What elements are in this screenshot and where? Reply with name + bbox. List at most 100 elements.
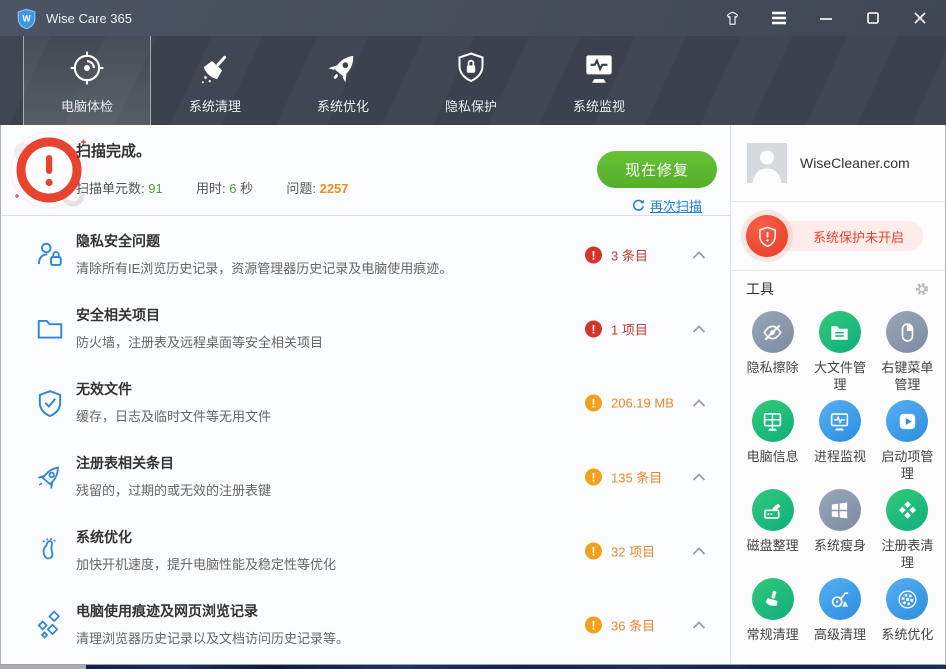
- issue-count: 36 条目: [611, 616, 655, 635]
- tab-pc-checkup[interactable]: 电脑体检: [23, 36, 151, 125]
- issue-row-invalid-files[interactable]: 无效文件 缓存，日志及临时文件等无用文件 ! 206.19 MB: [1, 366, 730, 440]
- tool-pc-info[interactable]: 电脑信息: [739, 400, 806, 488]
- account-row[interactable]: WiseCleaner.com: [731, 125, 945, 202]
- eye-slash-icon: [752, 311, 794, 353]
- tool-label: 大文件管理: [812, 359, 867, 393]
- main-panel: 扫描完成。 扫描单元数: 91 用时: 6 秒 问题: 2257 现在修复: [1, 125, 731, 664]
- issue-badge: ! 135 条目: [585, 468, 662, 487]
- tool-system-slimming[interactable]: 系统瘦身: [806, 489, 873, 577]
- tool-context-menu-manager[interactable]: 右键菜单管理: [874, 311, 941, 399]
- svg-text:W: W: [22, 13, 31, 23]
- issue-row-system-tuneup[interactable]: 系统优化 加快开机速度，提升电脑性能及稳定性等优化 ! 32 项目: [1, 514, 730, 588]
- tool-label: 常规清理: [745, 626, 800, 643]
- collapse-chevron-icon[interactable]: [692, 547, 706, 555]
- tool-common-cleaner[interactable]: 常规清理: [739, 578, 806, 649]
- tool-registry-cleaner[interactable]: 注册表清理: [874, 489, 941, 577]
- rescan-link[interactable]: 再次扫描: [632, 196, 702, 215]
- maximize-button[interactable]: [863, 8, 883, 28]
- monitor-pulse-icon: [819, 400, 861, 442]
- sidebar: WiseCleaner.com 系统保护未开启 工具: [731, 125, 945, 664]
- collapse-chevron-icon[interactable]: [692, 473, 706, 481]
- tools-grid: 隐私擦除 大文件管理: [731, 306, 945, 649]
- scan-status-text: 扫描完成。: [76, 140, 349, 161]
- desktop-edge-strip: [0, 665, 946, 669]
- scan-units-label: 扫描单元数:: [76, 181, 145, 196]
- theme-skin-icon[interactable]: [722, 8, 742, 28]
- collapse-chevron-icon[interactable]: [692, 621, 706, 629]
- monitor-pulse-icon: [580, 47, 618, 87]
- tool-label: 启动项管理: [880, 448, 935, 482]
- tools-settings-gear-icon[interactable]: [914, 281, 930, 297]
- minimize-button[interactable]: [816, 8, 836, 28]
- app-logo-shield-icon: W: [16, 8, 37, 29]
- tab-privacy-protector[interactable]: 隐私保护: [407, 36, 535, 125]
- scan-issues-value: 2257: [320, 181, 349, 196]
- menu-icon[interactable]: [769, 8, 789, 28]
- tab-system-cleaner[interactable]: 系统清理: [151, 36, 279, 125]
- collapse-chevron-icon[interactable]: [692, 399, 706, 407]
- tab-label: 隐私保护: [445, 96, 497, 115]
- mouse-icon: [886, 311, 928, 353]
- tool-label: 隐私擦除: [745, 359, 800, 376]
- tool-system-tuneup[interactable]: 系统优化: [874, 578, 941, 649]
- user-lock-icon: [35, 240, 65, 270]
- issue-count: 1 项目: [611, 320, 648, 339]
- fix-now-button[interactable]: 现在修复: [597, 151, 717, 188]
- main-nav: 电脑体检 系统清理: [0, 36, 946, 125]
- issue-list: 隐私安全问题 清除所有IE浏览历史记录，资源管理器历史记录及电脑使用痕迹。 ! …: [1, 216, 730, 662]
- play-icon: [886, 400, 928, 442]
- window-title: Wise Care 365: [46, 11, 132, 26]
- close-button[interactable]: [910, 8, 930, 28]
- tab-label: 系统优化: [317, 96, 369, 115]
- vacuum-icon: [819, 578, 861, 620]
- issue-count: 135 条目: [611, 468, 662, 487]
- shield-alert-icon[interactable]: [746, 215, 788, 257]
- avatar: [747, 143, 787, 183]
- tool-label: 右键菜单管理: [880, 359, 935, 393]
- issue-badge: ! 3 条目: [585, 246, 648, 265]
- tool-label: 注册表清理: [880, 537, 935, 571]
- alert-badge-icon: !: [585, 543, 602, 560]
- tool-disk-defrag[interactable]: 磁盘整理: [739, 489, 806, 577]
- collapse-chevron-icon[interactable]: [692, 251, 706, 259]
- broom-icon: [196, 47, 234, 87]
- scan-stats: 扫描单元数: 91 用时: 6 秒 问题: 2257: [76, 178, 349, 197]
- issue-badge: ! 206.19 MB: [585, 395, 674, 412]
- tool-process-monitor[interactable]: 进程监视: [806, 400, 873, 488]
- issue-row-traces[interactable]: 电脑使用痕迹及网页浏览记录 清理浏览器历史记录以及文档访问历史记录等。 ! 36…: [1, 588, 730, 662]
- issue-count: 32 项目: [611, 542, 655, 561]
- alert-badge-icon: !: [585, 247, 602, 264]
- diamonds-icon: [35, 610, 65, 640]
- tool-advanced-cleaner[interactable]: 高级清理: [806, 578, 873, 649]
- collapse-chevron-icon[interactable]: [692, 325, 706, 333]
- scan-issues-label: 问题:: [286, 181, 316, 196]
- issue-badge: ! 32 项目: [585, 542, 655, 561]
- windows-logo-icon: [819, 489, 861, 531]
- shield-check-icon: [35, 388, 65, 418]
- rescan-label: 再次扫描: [650, 196, 702, 215]
- tab-label: 系统清理: [189, 96, 241, 115]
- issue-row-privacy[interactable]: 隐私安全问题 清除所有IE浏览历史记录，资源管理器历史记录及电脑使用痕迹。 ! …: [1, 218, 730, 292]
- tab-system-tuneup[interactable]: 系统优化: [279, 36, 407, 125]
- tool-startup-manager[interactable]: 启动项管理: [874, 400, 941, 488]
- rocket-icon: [324, 47, 362, 87]
- alert-badge-icon: !: [585, 321, 602, 338]
- monitor-grid-icon: [752, 400, 794, 442]
- tool-big-files-manager[interactable]: 大文件管理: [806, 311, 873, 399]
- diamonds-cluster-icon: [886, 489, 928, 531]
- tools-header: 工具: [731, 271, 945, 306]
- refresh-icon: [632, 199, 645, 212]
- issue-row-security[interactable]: 安全相关项目 防火墙，注册表及远程桌面等安全相关项目 ! 1 项目: [1, 292, 730, 366]
- tool-label: 系统优化: [880, 626, 935, 643]
- footprint-icon: [35, 536, 65, 566]
- issue-row-registry[interactable]: 注册表相关条目 残留的，过期的或无效的注册表键 ! 135 条目: [1, 440, 730, 514]
- alert-badge-icon: !: [585, 395, 602, 412]
- alert-badge-icon: !: [585, 617, 602, 634]
- gear-icon: [886, 578, 928, 620]
- issue-count: 3 条目: [611, 246, 648, 265]
- tab-system-monitor[interactable]: 系统监视: [535, 36, 663, 125]
- tool-privacy-eraser[interactable]: 隐私擦除: [739, 311, 806, 399]
- tool-label: 磁盘整理: [745, 537, 800, 554]
- issue-badge: ! 36 条目: [585, 616, 655, 635]
- disk-icon: [752, 489, 794, 531]
